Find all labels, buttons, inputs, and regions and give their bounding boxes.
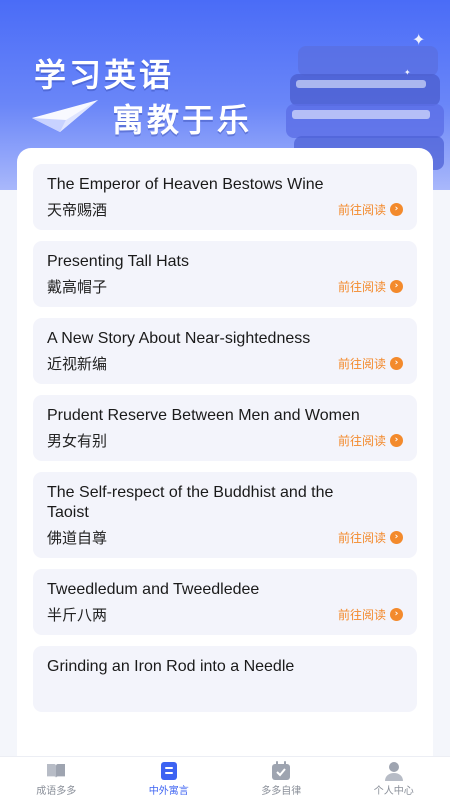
fable-title-cn: 天帝赐酒 bbox=[47, 201, 108, 219]
read-now-label: 前往阅读 bbox=[337, 280, 386, 294]
chevron-right-icon: › bbox=[390, 434, 403, 447]
fable-card-footer: 戴高帽子 前往阅读 › bbox=[47, 276, 403, 297]
chevron-right-icon: › bbox=[390, 203, 403, 216]
fable-card-footer: 男女有别 前往阅读 › bbox=[47, 430, 403, 451]
fable-list-panel: The Emperor of Heaven Bestows Wine 天帝赐酒 前往… bbox=[17, 148, 433, 768]
tab-label: 多多自律 bbox=[261, 785, 302, 797]
hero-title-line1: 学习英语 bbox=[34, 56, 175, 94]
hero-title-line2: 寓教于乐 bbox=[112, 101, 253, 139]
fable-title-en: The Self-respect of the Buddhist and the… bbox=[47, 484, 334, 521]
read-now-label: 前往阅读 bbox=[337, 531, 386, 545]
fable-card-footer: 半斤八两 前往阅读 › bbox=[47, 604, 403, 625]
tab-3[interactable]: 多多自律 bbox=[225, 757, 338, 800]
sparkle-icon: ✦ bbox=[412, 30, 426, 49]
fable-title-en: Prudent Reserve Between Men and Women bbox=[47, 407, 360, 424]
fable-title-cn: 佛道自尊 bbox=[47, 529, 108, 547]
read-now-link[interactable]: 前往阅读 › bbox=[338, 278, 403, 295]
fable-title-cn: 半斤八两 bbox=[47, 606, 108, 624]
tab-label: 成语多多 bbox=[36, 785, 77, 797]
fable-card[interactable]: Tweedledum and Tweedledee 半斤八两 前往阅读 › bbox=[33, 569, 417, 635]
fable-title-en: The Emperor of Heaven Bestows Wine bbox=[47, 176, 324, 193]
fable-title-cn: 戴高帽子 bbox=[47, 278, 108, 296]
fable-card-footer: 近视新编 前往阅读 › bbox=[47, 353, 403, 374]
chevron-right-icon: › bbox=[390, 608, 403, 621]
book-open-icon bbox=[45, 761, 67, 781]
read-now-link[interactable]: 前往阅读 › bbox=[338, 201, 403, 218]
fable-title-en: Tweedledum and Tweedledee bbox=[47, 581, 260, 598]
tab-label: 个人中心 bbox=[373, 785, 414, 797]
document-icon bbox=[158, 761, 180, 781]
fable-title-cn: 男女有别 bbox=[47, 432, 108, 450]
read-now-link[interactable]: 前往阅读 › bbox=[338, 355, 403, 372]
fable-title-cn: 近视新编 bbox=[47, 355, 108, 373]
tab-1[interactable]: 成语多多 bbox=[0, 757, 113, 800]
read-now-label: 前往阅读 bbox=[337, 434, 386, 448]
tab-label: 中外寓言 bbox=[148, 785, 189, 797]
fable-card[interactable]: A New Story About Near-sightedness 近视新编 前往… bbox=[33, 318, 417, 384]
fable-card[interactable]: Prudent Reserve Between Men and Women 男女有… bbox=[33, 395, 417, 461]
read-now-label: 前往阅读 bbox=[337, 608, 386, 622]
user-icon bbox=[383, 761, 405, 781]
calendar-check-icon bbox=[270, 760, 292, 781]
tab-2[interactable]: 中外寓言 bbox=[113, 757, 226, 800]
read-now-label: 前往阅读 bbox=[337, 357, 386, 371]
fable-list: The Emperor of Heaven Bestows Wine 天帝赐酒 前往… bbox=[17, 148, 433, 712]
fable-card[interactable]: The Self-respect of the Buddhist and the… bbox=[33, 472, 417, 558]
read-now-link[interactable]: 前往阅读 › bbox=[338, 432, 403, 449]
paper-plane-icon bbox=[32, 100, 98, 132]
fable-card-footer: 天帝赐酒 前往阅读 › bbox=[47, 199, 403, 220]
fable-title-en: Grinding an Iron Rod into a Needle bbox=[47, 658, 295, 675]
read-now-label: 前往阅读 bbox=[337, 203, 386, 217]
fable-card[interactable]: Grinding an Iron Rod into a Needle bbox=[33, 646, 417, 712]
fable-title-en: Presenting Tall Hats bbox=[47, 253, 189, 270]
read-now-link[interactable]: 前往阅读 › bbox=[338, 529, 403, 546]
bottom-tab-bar: 成语多多 中外寓言 多多自律 个人中心 bbox=[0, 756, 450, 800]
sparkle-icon: ✦ bbox=[404, 68, 411, 77]
chevron-right-icon: › bbox=[390, 531, 403, 544]
chevron-right-icon: › bbox=[390, 280, 403, 293]
tab-4[interactable]: 个人中心 bbox=[338, 757, 450, 800]
fable-title-en: A New Story About Near-sightedness bbox=[47, 330, 311, 347]
fable-card[interactable]: The Emperor of Heaven Bestows Wine 天帝赐酒 前往… bbox=[33, 164, 417, 230]
read-now-link[interactable]: 前往阅读 › bbox=[338, 606, 403, 623]
chevron-right-icon: › bbox=[390, 357, 403, 370]
fable-card[interactable]: Presenting Tall Hats 戴高帽子 前往阅读 › bbox=[33, 241, 417, 307]
fable-card-footer: 佛道自尊 前往阅读 › bbox=[47, 527, 403, 548]
